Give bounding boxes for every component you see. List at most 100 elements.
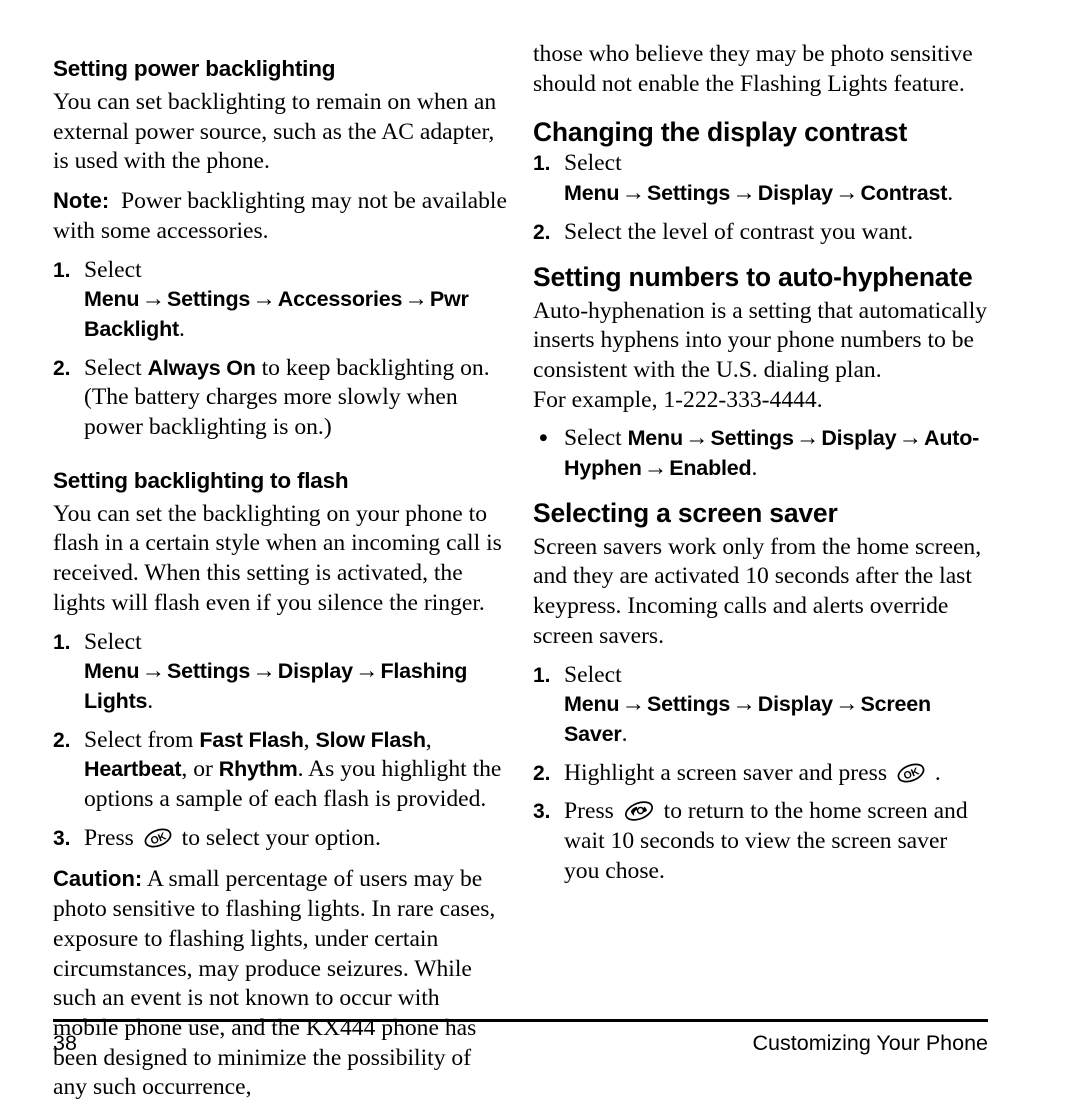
step-item: 1. Select Menu→Settings→Display→Contrast. (533, 149, 988, 217)
step-tail: . (147, 687, 154, 714)
step-item: 1. Select Menu→Settings→Display→Screen Sa… (533, 661, 988, 759)
heading-setting-backlighting-to-flash: Setting backlighting to flash (53, 467, 349, 493)
heading-selecting-screen-saver: Selecting a screen saver (533, 497, 838, 528)
step-tail: . (751, 455, 758, 482)
arrow-icon: → (643, 455, 668, 482)
footer-divider (53, 1019, 988, 1022)
manual-page: Setting power backlighting You can set b… (0, 0, 1080, 1100)
menu-path-accessories: Accessories (277, 287, 403, 312)
step-item: 2. Select the level of contrast you want. (533, 218, 988, 248)
step-lead: Select (564, 150, 622, 177)
step-marker: 2. (533, 761, 551, 785)
step-marker: 1. (53, 630, 71, 654)
step-lead: Select (564, 661, 622, 688)
step-tail: . (621, 720, 628, 747)
step-marker: 1. (53, 258, 71, 282)
step-marker: 2. (533, 220, 551, 244)
caution-label: Caution: (53, 866, 143, 892)
step-item: 2. Highlight a screen saver and press OK … (533, 759, 988, 798)
step-tail: . (934, 759, 941, 786)
arrow-icon: → (732, 180, 756, 207)
arrow-icon: → (252, 658, 276, 685)
arrow-icon: → (354, 658, 379, 685)
note-text: Power backlighting may not be available … (53, 188, 507, 244)
heading-changing-display-contrast: Changing the display contrast (533, 117, 908, 148)
arrow-icon: → (141, 286, 165, 313)
page-number: 38 (53, 1031, 77, 1055)
list-item: • Select Menu→Settings→Display→Auto-Hyphe… (533, 424, 988, 483)
chapter-title: Customizing Your Phone (752, 1031, 988, 1055)
step-mid: , or (181, 756, 213, 783)
step-marker: 1. (533, 152, 551, 176)
paragraph-auto-hyphenation: Auto-hyphenation is a setting that autom… (533, 297, 988, 383)
arrow-icon: → (732, 691, 756, 718)
menu-path-menu: Menu (564, 181, 620, 206)
step-lead: Select (564, 425, 622, 452)
menu-path-enabled: Enabled (669, 456, 752, 481)
step-item: 2. Select from Fast Flash, Slow Flash, He… (53, 726, 502, 813)
steps-contrast: 1. Select Menu→Settings→Display→Contrast.… (533, 149, 988, 247)
step-item: 1. Select Menu→Settings→Accessories→Pwr B… (53, 256, 508, 354)
step-tail: to keep backlighting on. (The battery ch… (84, 354, 490, 441)
arrow-icon: → (621, 180, 645, 207)
page-columns: Setting power backlighting You can set b… (0, 40, 1080, 1100)
step-marker: 3. (53, 826, 71, 850)
paragraph-screen-savers: Screen savers work only from the home sc… (533, 533, 982, 649)
step-tail: . (947, 180, 954, 207)
step-lead: Select from (84, 726, 194, 753)
heading-setting-power-backlighting: Setting power backlighting (53, 56, 336, 81)
arrow-icon: → (834, 691, 859, 718)
step-item: 3. Press to return to the home screen and… (533, 797, 988, 886)
option-always-on: Always On (147, 355, 256, 380)
step-item: 2. Select Always On to keep backlighting … (53, 354, 508, 452)
step-item: 1. Select Menu→Settings→Display→Flashing … (53, 628, 508, 726)
arrow-icon: → (404, 286, 428, 313)
menu-path-menu: Menu (564, 692, 620, 717)
step-lead: Press (564, 798, 614, 825)
step-lead: Press (84, 824, 134, 851)
page-footer: 38 Customizing Your Phone (53, 1026, 988, 1060)
note-label: Note: (53, 188, 110, 214)
end-call-key-icon (623, 798, 655, 824)
step-marker: 3. (533, 800, 551, 824)
arrow-icon: → (252, 286, 276, 313)
steps-flash: 1. Select Menu→Settings→Display→Flashing … (53, 628, 508, 854)
step-text: Select the level of contrast you want. (564, 218, 914, 245)
arrow-icon: → (898, 425, 922, 452)
option-fast-flash: Fast Flash (199, 727, 304, 752)
menu-path-contrast: Contrast (860, 181, 948, 206)
menu-path-display: Display (757, 692, 833, 717)
step-tail: . (178, 315, 185, 342)
menu-path-menu: Menu (84, 659, 140, 684)
arrow-icon: → (621, 691, 645, 718)
ok-key-icon: OK (143, 825, 173, 851)
note-power-backlighting: Note: Power backlighting may not be avai… (53, 186, 508, 255)
option-heartbeat: Heartbeat (84, 757, 182, 782)
menu-path-display: Display (821, 426, 897, 451)
caution-text: A small percentage of users may be photo… (53, 866, 496, 1101)
step-marker: 2. (53, 728, 71, 752)
arrow-icon: → (684, 425, 709, 452)
step-item: 3. Press OK to select your option. (53, 824, 508, 854)
paragraph-hyphen-example: For example, 1-222-333-4444. (533, 386, 823, 413)
menu-path-menu: Menu (84, 287, 140, 312)
paragraph-caution-continued: those who believe they may be photo sens… (533, 41, 973, 97)
menu-path-settings: Settings (646, 181, 731, 206)
ok-key-icon: OK (896, 760, 926, 786)
menu-path-display: Display (757, 181, 833, 206)
menu-path-display: Display (277, 659, 353, 684)
arrow-icon: → (834, 180, 859, 207)
step-tail: to select your option. (181, 824, 381, 851)
heading-setting-numbers-auto-hyphenate: Setting numbers to auto-hyphenate (533, 261, 973, 292)
step-marker: 1. (533, 663, 551, 687)
arrow-icon: → (795, 425, 820, 452)
menu-path-settings: Settings (166, 659, 251, 684)
paragraph-power-backlighting-intro: You can set backlighting to remain on wh… (53, 89, 497, 175)
steps-power-backlighting: 1. Select Menu→Settings→Accessories→Pwr B… (53, 256, 508, 452)
bullet-icon: • (539, 425, 548, 453)
step-marker: 2. (53, 356, 71, 380)
step-lead: Select (84, 628, 142, 655)
menu-path-menu: Menu (627, 426, 684, 451)
steps-screen-saver: 1. Select Menu→Settings→Display→Screen Sa… (533, 661, 988, 887)
left-column: Setting power backlighting You can set b… (53, 40, 508, 1112)
